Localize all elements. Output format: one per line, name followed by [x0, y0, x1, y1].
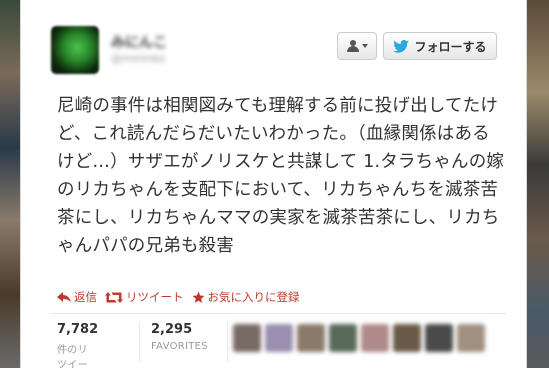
favoriter-avatar[interactable] [233, 324, 261, 352]
favoriter-avatar[interactable] [457, 324, 485, 352]
favoriter-avatars [233, 324, 485, 352]
favorite-action[interactable]: お気に入りに登録 [192, 289, 300, 305]
tweet-header: みにんこ @mininko フォローする [21, 0, 528, 90]
favoriter-avatar[interactable] [297, 324, 325, 352]
caret-down-icon [361, 44, 368, 48]
reply-label: 返信 [74, 290, 97, 304]
stat-separator [227, 322, 228, 362]
favoriter-avatar[interactable] [361, 324, 389, 352]
star-icon [192, 291, 204, 303]
background-right [527, 0, 549, 368]
favorite-count: 2,295 [151, 322, 193, 337]
user-name[interactable]: みにんこ [111, 32, 167, 52]
favorite-stat[interactable]: 2,295 FAVORITES [151, 322, 208, 352]
tweet-actions: 返信 リツイート お気に入りに登録 [57, 288, 300, 306]
divider [51, 313, 507, 314]
background-left [0, 0, 20, 368]
user-handle[interactable]: @mininko [111, 52, 165, 65]
retweet-stat[interactable]: 7,782 件のリツイート [57, 322, 98, 368]
reply-action[interactable]: 返信 [57, 289, 97, 305]
favoriter-avatar[interactable] [425, 324, 453, 352]
avatar[interactable] [51, 26, 99, 74]
favoriter-avatar[interactable] [329, 324, 357, 352]
favoriter-avatar[interactable] [265, 324, 293, 352]
favoriter-avatar[interactable] [393, 324, 421, 352]
favorite-label: お気に入りに登録 [207, 290, 300, 304]
person-icon [346, 40, 359, 52]
stat-separator [139, 322, 140, 362]
reply-icon [57, 292, 71, 302]
retweet-count: 7,782 [57, 322, 99, 337]
tweet-card: みにんこ @mininko フォローする 尼崎の事件は相関図みても理解する前に投… [20, 0, 527, 368]
user-menu-button[interactable] [337, 32, 377, 60]
retweet-label: リツイート [126, 290, 184, 304]
follow-button[interactable]: フォローする [383, 32, 497, 60]
follow-label: フォローする [414, 39, 487, 54]
retweet-count-label: 件のリツイート [57, 345, 88, 368]
tweet-text: 尼崎の事件は相関図みても理解する前に投げ出してたけど、これ読んだらだいたいわかっ… [57, 96, 505, 256]
retweet-icon [105, 291, 123, 303]
retweet-action[interactable]: リツイート [105, 289, 184, 305]
favorite-count-label: FAVORITES [151, 341, 208, 352]
twitter-bird-icon [393, 39, 410, 53]
